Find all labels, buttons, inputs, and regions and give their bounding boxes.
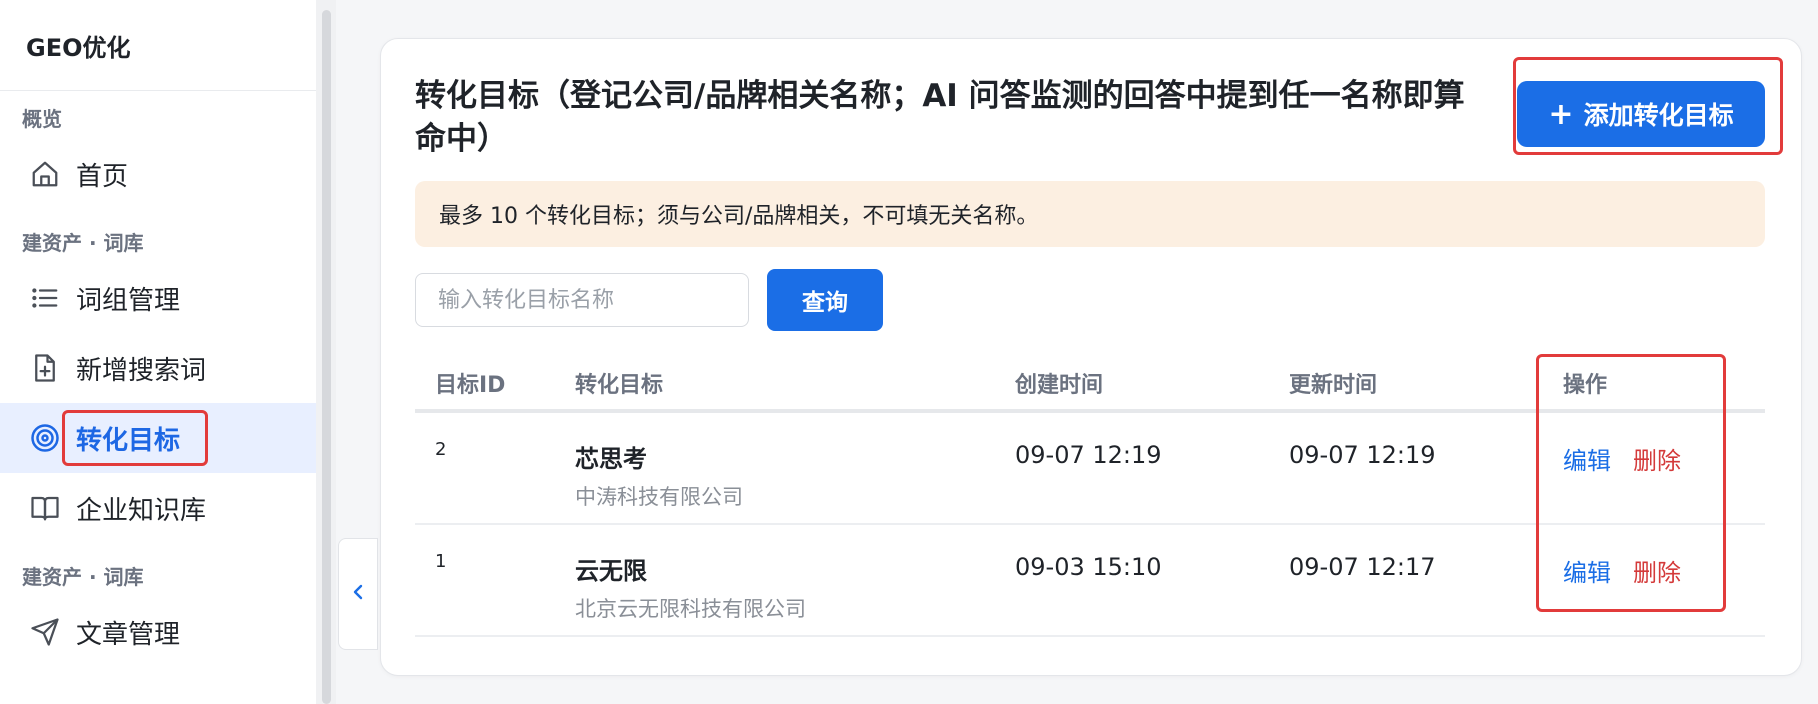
sidebar-item-label: 企业知识库 [76, 495, 207, 526]
sidebar-item-phrase-groups[interactable]: 词组管理 [0, 263, 316, 333]
page-title: 转化目标（登记公司/品牌相关名称；AI 问答监测的回答中提到任一名称即算命中） [415, 78, 1465, 157]
sidebar-item-articles[interactable]: 文章管理 [0, 597, 316, 667]
notice-banner: 最多 10 个转化目标；须与公司/品牌相关，不可填无关名称。 [415, 181, 1765, 247]
cell-id: 1 [435, 551, 447, 572]
sidebar-item-knowledge-base[interactable]: 企业知识库 [0, 473, 316, 543]
home-icon [28, 157, 62, 191]
cell-goal-name: 芯思考 [575, 445, 647, 473]
nav-group-label-overview: 概览 [22, 107, 62, 131]
sidebar-item-label: 文章管理 [76, 619, 181, 650]
sidebar-item-home[interactable]: 首页 [0, 139, 316, 209]
cell-company: 中涛科技有限公司 [575, 485, 743, 509]
nav-group-label-assets-2: 建资产 · 词库 [22, 565, 144, 589]
sidebar: GEO优化 概览 首页 建资产 · 词库 词组管理 新增搜索词 转化目标 企业知… [0, 0, 317, 704]
highlight-box-nav [62, 410, 208, 466]
list-icon [28, 281, 62, 315]
target-icon [28, 421, 62, 455]
collapse-sidebar-button[interactable] [338, 538, 378, 650]
sidebar-item-add-search-term[interactable]: 新增搜索词 [0, 333, 316, 403]
highlight-box-add-button [1513, 57, 1783, 155]
sidebar-item-label: 词组管理 [76, 285, 181, 316]
sidebar-item-label: 首页 [76, 161, 129, 192]
cell-goal-name: 云无限 [575, 557, 647, 585]
notice-text: 最多 10 个转化目标；须与公司/品牌相关，不可填无关名称。 [439, 204, 1039, 229]
chevron-left-icon [350, 582, 366, 606]
header-name: 转化目标 [575, 373, 664, 398]
sidebar-item-label: 新增搜索词 [76, 355, 207, 386]
search-input[interactable] [415, 273, 749, 327]
cell-id: 2 [435, 439, 447, 460]
send-icon [28, 615, 62, 649]
cell-created: 09-03 15:10 [1015, 553, 1162, 581]
nav-group-label-assets: 建资产 · 词库 [22, 231, 144, 255]
cell-created: 09-07 12:19 [1015, 441, 1162, 469]
cell-updated: 09-07 12:19 [1289, 441, 1436, 469]
sidebar-item-conversion-goals[interactable]: 转化目标 [0, 403, 316, 473]
file-plus-icon [28, 351, 62, 385]
sidebar-scrollbar[interactable] [322, 10, 331, 704]
book-icon [28, 491, 62, 525]
cell-updated: 09-07 12:17 [1289, 553, 1436, 581]
header-created: 创建时间 [1015, 373, 1104, 398]
header-updated: 更新时间 [1289, 373, 1378, 398]
header-id: 目标ID [435, 373, 506, 398]
brand-title: GEO优化 [0, 0, 316, 91]
highlight-box-ops-column [1536, 354, 1726, 612]
query-button[interactable]: 查询 [767, 269, 883, 331]
cell-company: 北京云无限科技有限公司 [575, 597, 806, 621]
